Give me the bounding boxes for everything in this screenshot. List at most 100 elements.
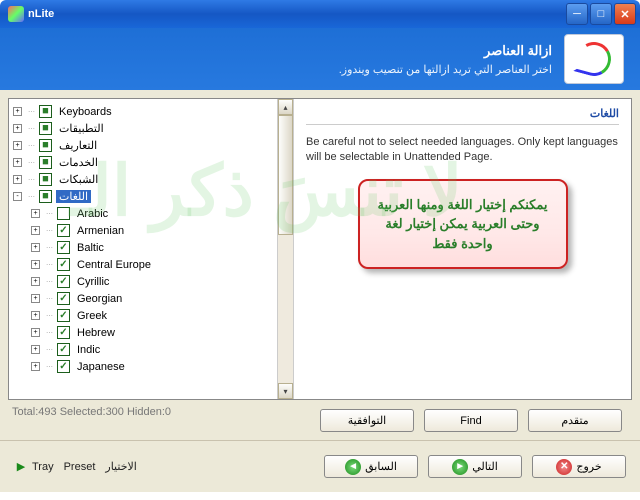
tree-label: Baltic (74, 242, 107, 254)
maximize-button[interactable]: □ (590, 3, 612, 25)
back-arrow-icon: ◄ (345, 459, 361, 475)
header-title: ازالة العناصر (16, 43, 552, 59)
tree-item[interactable]: +⋯✓Georgian (11, 290, 275, 307)
tree-item[interactable]: +⋯✓ Indic (11, 341, 275, 358)
tree-item[interactable]: +⋯■ التطبيقات (11, 120, 275, 137)
checkbox-partial[interactable]: ■ (39, 190, 52, 203)
checkbox-checked[interactable]: ✓ (57, 343, 70, 356)
compatibility-button[interactable]: التوافقية (320, 409, 414, 432)
expand-toggle[interactable]: + (31, 294, 40, 303)
expand-toggle[interactable]: + (31, 311, 40, 320)
tree-dots-icon: ⋯ (43, 295, 57, 303)
expand-toggle[interactable]: + (13, 124, 22, 133)
exit-button[interactable]: ✕خروج (532, 455, 626, 478)
tree-label: الخدمات (56, 156, 101, 169)
checkbox-checked[interactable]: ✓ (57, 241, 70, 254)
find-button[interactable]: Find (424, 409, 518, 432)
tree-dots-icon: ⋯ (43, 346, 57, 354)
advanced-button[interactable]: متقدم (528, 409, 622, 432)
checkbox-checked[interactable]: ✓ (57, 309, 70, 322)
main-panel: +⋯■Keyboards+⋯■التطبيقات+⋯■التعاريف+⋯■ال… (8, 98, 632, 400)
expand-toggle[interactable]: + (31, 362, 40, 371)
checkbox-partial[interactable]: ■ (39, 173, 52, 186)
checkbox-checked[interactable]: ✓ (57, 275, 70, 288)
expand-toggle[interactable]: + (31, 209, 40, 218)
expand-toggle[interactable]: + (13, 141, 22, 150)
checkbox-empty[interactable] (57, 207, 70, 220)
tree-item[interactable]: +⋯✓Armenian (11, 222, 275, 239)
tree-item[interactable]: +⋯✓Cyrillic (11, 273, 275, 290)
close-button[interactable]: ✕ (614, 3, 636, 25)
tree-item[interactable]: +⋯✓ Central Europe (11, 256, 275, 273)
tree-dots-icon: ⋯ (43, 210, 57, 218)
tree-item[interactable]: +⋯■Keyboards (11, 103, 275, 120)
tree-item[interactable]: +⋯✓Japanese (11, 358, 275, 375)
tree-item[interactable]: +⋯■التعاريف (11, 137, 275, 154)
tree-label: Indic (74, 344, 103, 356)
tree-item[interactable]: +⋯✓ Hebrew (11, 324, 275, 341)
checkbox-partial[interactable]: ■ (39, 139, 52, 152)
tree-label: Japanese (74, 361, 128, 373)
back-button[interactable]: ◄السابق (324, 455, 418, 478)
tree-label: Keyboards (56, 106, 115, 118)
window-title: nLite (28, 8, 564, 20)
callout-note: يمكنكم إختيار اللغة ومنها العربية وحتى ا… (358, 179, 568, 270)
tree-item[interactable]: +⋯✓ Greek (11, 307, 275, 324)
expand-toggle[interactable]: + (31, 328, 40, 337)
nlite-logo (564, 34, 624, 84)
tree-item[interactable]: +⋯Arabic (11, 205, 275, 222)
scroll-thumb[interactable] (278, 115, 293, 235)
checkbox-checked[interactable]: ✓ (57, 360, 70, 373)
minimize-button[interactable]: ─ (566, 3, 588, 25)
tree-label: Cyrillic (74, 276, 112, 288)
expand-toggle[interactable]: + (31, 260, 40, 269)
tree-label: اللغات (56, 190, 91, 203)
scroll-up-button[interactable]: ▴ (278, 99, 293, 115)
tree-label: Central Europe (74, 259, 154, 271)
next-arrow-icon: ► (452, 459, 468, 475)
tree-label: Armenian (74, 225, 127, 237)
content: +⋯■Keyboards+⋯■التطبيقات+⋯■التعاريف+⋯■ال… (0, 90, 640, 440)
tree-label: Greek (74, 310, 110, 322)
detail-pane: اللغات Be careful not to select needed l… (294, 99, 631, 399)
checkbox-checked[interactable]: ✓ (57, 326, 70, 339)
tree-item[interactable]: -⋯■ اللغات (11, 188, 275, 205)
tray-button[interactable]: ▶Tray (14, 460, 54, 474)
header-subtitle: .اختر العناصر التي تريد ازالتها من تنصيب… (16, 63, 552, 76)
tree-dots-icon: ⋯ (25, 159, 39, 167)
preset-link[interactable]: Preset (64, 461, 96, 473)
header: ازالة العناصر .اختر العناصر التي تريد از… (0, 28, 640, 90)
tree-dots-icon: ⋯ (43, 329, 57, 337)
tree-label: التطبيقات (56, 122, 107, 135)
tree-item[interactable]: +⋯■الشبكات (11, 171, 275, 188)
tree-item[interactable]: +⋯✓Baltic (11, 239, 275, 256)
checkbox-checked[interactable]: ✓ (57, 224, 70, 237)
component-tree[interactable]: +⋯■Keyboards+⋯■التطبيقات+⋯■التعاريف+⋯■ال… (9, 99, 277, 399)
expand-toggle[interactable]: + (13, 107, 22, 116)
scroll-down-button[interactable]: ▾ (278, 383, 293, 399)
next-button[interactable]: ►التالي (428, 455, 522, 478)
expand-toggle[interactable]: - (13, 192, 22, 201)
expand-toggle[interactable]: + (31, 277, 40, 286)
tree-dots-icon: ⋯ (25, 125, 39, 133)
tree-dots-icon: ⋯ (25, 176, 39, 184)
options-link[interactable]: الاختيار (105, 460, 136, 473)
checkbox-checked[interactable]: ✓ (57, 292, 70, 305)
expand-toggle[interactable]: + (31, 226, 40, 235)
checkbox-checked[interactable]: ✓ (57, 258, 70, 271)
tree-dots-icon: ⋯ (43, 261, 57, 269)
detail-title: اللغات (306, 107, 619, 125)
app-icon (8, 6, 24, 22)
tree-label: Hebrew (74, 327, 118, 339)
scrollbar[interactable]: ▴ ▾ (277, 99, 293, 399)
expand-toggle[interactable]: + (13, 175, 22, 184)
expand-toggle[interactable]: + (31, 243, 40, 252)
checkbox-partial[interactable]: ■ (39, 105, 52, 118)
tree-dots-icon: ⋯ (25, 193, 39, 201)
tree-dots-icon: ⋯ (43, 312, 57, 320)
expand-toggle[interactable]: + (13, 158, 22, 167)
checkbox-partial[interactable]: ■ (39, 122, 52, 135)
tree-item[interactable]: +⋯■ الخدمات (11, 154, 275, 171)
checkbox-partial[interactable]: ■ (39, 156, 52, 169)
expand-toggle[interactable]: + (31, 345, 40, 354)
